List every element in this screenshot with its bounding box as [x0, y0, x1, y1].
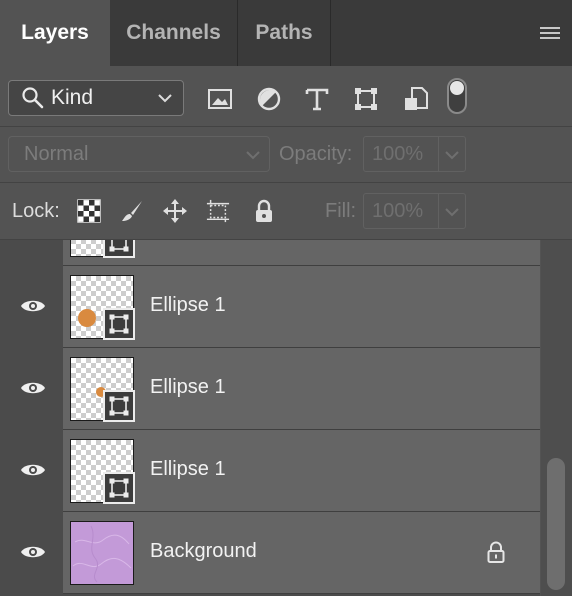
chevron-down-icon: [246, 151, 260, 160]
layer-lock-icon: [487, 541, 505, 563]
search-icon: [22, 87, 44, 109]
layer-name[interactable]: Ellipse 1: [150, 294, 226, 317]
shape-filter-icon[interactable]: [353, 86, 379, 112]
panel-tab-bar: Layers Channels Paths: [0, 0, 572, 66]
shape-layer-badge-icon: [103, 472, 135, 504]
fill-label: Fill:: [325, 200, 357, 222]
kind-filter-label: Kind: [51, 86, 94, 109]
layer-filter-row: Kind: [0, 66, 572, 127]
image-filter-icon[interactable]: [207, 86, 233, 112]
layer-row[interactable]: Ellipse 1: [0, 430, 540, 512]
fill-value: 100%: [372, 199, 424, 222]
tab-channels[interactable]: Channels: [110, 0, 238, 66]
layers-list: Ellipse 1 Ellipse 1 Ellipse 1 Background: [0, 240, 540, 596]
layer-name[interactable]: Ellipse 1: [150, 458, 226, 481]
lock-all-icon[interactable]: [252, 199, 276, 223]
type-filter-icon[interactable]: [304, 86, 330, 112]
blend-mode-value: Normal: [24, 142, 89, 165]
filter-toggle-switch[interactable]: [447, 78, 467, 114]
opacity-value: 100%: [372, 142, 424, 165]
shape-layer-badge-icon: [103, 240, 135, 258]
eye-visibility-icon[interactable]: [20, 379, 46, 397]
lock-artboard-icon[interactable]: [206, 199, 230, 223]
smart-object-filter-icon[interactable]: [403, 86, 429, 112]
lock-position-icon[interactable]: [163, 199, 187, 223]
panel-menu-icon[interactable]: [540, 27, 560, 39]
layer-name[interactable]: Ellipse 1: [150, 376, 226, 399]
toggle-knob: [450, 81, 464, 95]
layer-name[interactable]: Background: [150, 540, 257, 563]
lock-image-pixels-icon[interactable]: [120, 199, 144, 223]
tab-paths[interactable]: Paths: [238, 0, 331, 66]
layer-row[interactable]: Ellipse 1: [0, 348, 540, 430]
eye-visibility-icon[interactable]: [20, 297, 46, 315]
scrollbar-thumb[interactable]: [547, 458, 565, 590]
layers-scrollbar[interactable]: [541, 240, 572, 596]
shape-layer-badge-icon: [103, 390, 135, 422]
tab-paths-label: Paths: [255, 21, 313, 44]
tab-layers[interactable]: Layers: [0, 0, 110, 66]
chevron-down-icon: [445, 151, 459, 160]
opacity-label: Opacity:: [279, 143, 353, 165]
eye-visibility-icon[interactable]: [20, 543, 46, 561]
lock-label: Lock:: [12, 200, 60, 222]
adjustment-filter-icon[interactable]: [256, 86, 282, 112]
eye-visibility-icon[interactable]: [20, 461, 46, 479]
chevron-down-icon: [445, 208, 459, 217]
blend-mode-dropdown[interactable]: Normal: [8, 136, 270, 172]
opacity-field[interactable]: 100%: [363, 136, 466, 172]
kind-filter-dropdown[interactable]: Kind: [8, 80, 184, 116]
fill-field[interactable]: 100%: [363, 193, 466, 229]
background-thumbnail: [70, 521, 134, 585]
lock-fill-row: Lock: Fill: 100%: [0, 183, 572, 240]
layer-row[interactable]: Ellipse 1: [0, 266, 540, 348]
tab-channels-label: Channels: [126, 21, 221, 44]
chevron-down-icon: [158, 94, 172, 103]
layer-row-background[interactable]: Background: [0, 512, 540, 594]
shape-layer-badge-icon: [103, 308, 135, 340]
blend-opacity-row: Normal Opacity: 100%: [0, 127, 572, 183]
layer-row-partial[interactable]: [0, 240, 540, 266]
tab-layers-label: Layers: [21, 21, 89, 44]
lock-transparent-pixels-icon[interactable]: [77, 199, 101, 223]
